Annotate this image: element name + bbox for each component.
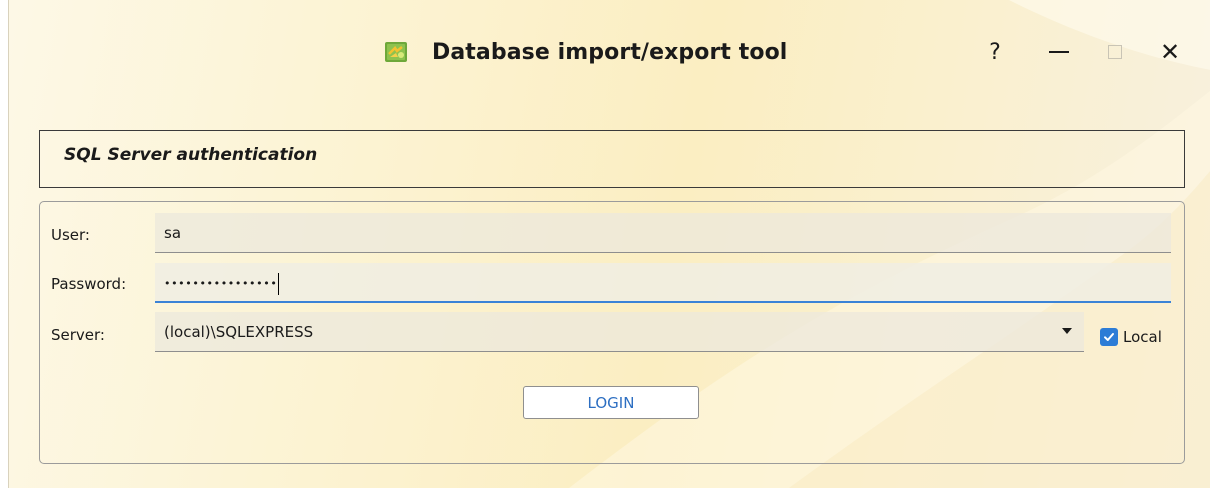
auth-header-panel: SQL Server authentication bbox=[39, 130, 1185, 188]
local-checkbox[interactable] bbox=[1100, 328, 1118, 346]
server-select-value: (local)\SQLEXPRESS bbox=[164, 323, 314, 341]
minimize-icon bbox=[1049, 51, 1069, 53]
window-title: Database import/export tool bbox=[432, 39, 788, 65]
close-button[interactable]: ✕ bbox=[1150, 34, 1190, 70]
server-select[interactable]: (local)\SQLEXPRESS bbox=[155, 312, 1084, 352]
password-field[interactable]: •••••••••••••••• bbox=[155, 263, 1171, 303]
app-window: Database import/export tool ? ✕ SQL Serv… bbox=[8, 0, 1210, 488]
login-button-label: LOGIN bbox=[587, 393, 635, 412]
close-icon: ✕ bbox=[1159, 38, 1181, 66]
local-checkbox-group[interactable]: Local bbox=[1100, 328, 1162, 346]
help-button[interactable]: ? bbox=[975, 34, 1015, 70]
password-label: Password: bbox=[51, 275, 127, 293]
help-icon: ? bbox=[989, 39, 1001, 65]
title-bar: Database import/export tool ? ✕ bbox=[9, 0, 1210, 100]
text-cursor bbox=[278, 272, 280, 295]
login-button[interactable]: LOGIN bbox=[523, 386, 699, 419]
server-label: Server: bbox=[51, 326, 105, 344]
chevron-down-icon[interactable] bbox=[1062, 328, 1072, 334]
user-field[interactable]: sa bbox=[155, 213, 1171, 253]
checkmark-icon bbox=[1104, 333, 1114, 341]
title-group: Database import/export tool bbox=[384, 34, 787, 70]
password-field-value: •••••••••••••••• bbox=[164, 276, 278, 290]
app-database-icon bbox=[385, 42, 407, 62]
user-label: User: bbox=[51, 226, 90, 244]
auth-title: SQL Server authentication bbox=[64, 145, 318, 165]
minimize-button[interactable] bbox=[1039, 34, 1079, 70]
maximize-button[interactable] bbox=[1095, 34, 1135, 70]
login-form-panel: User: sa Password: •••••••••••••••• Serv… bbox=[39, 201, 1185, 464]
user-field-value: sa bbox=[164, 224, 182, 242]
local-checkbox-label: Local bbox=[1123, 328, 1162, 346]
maximize-icon bbox=[1108, 45, 1122, 59]
